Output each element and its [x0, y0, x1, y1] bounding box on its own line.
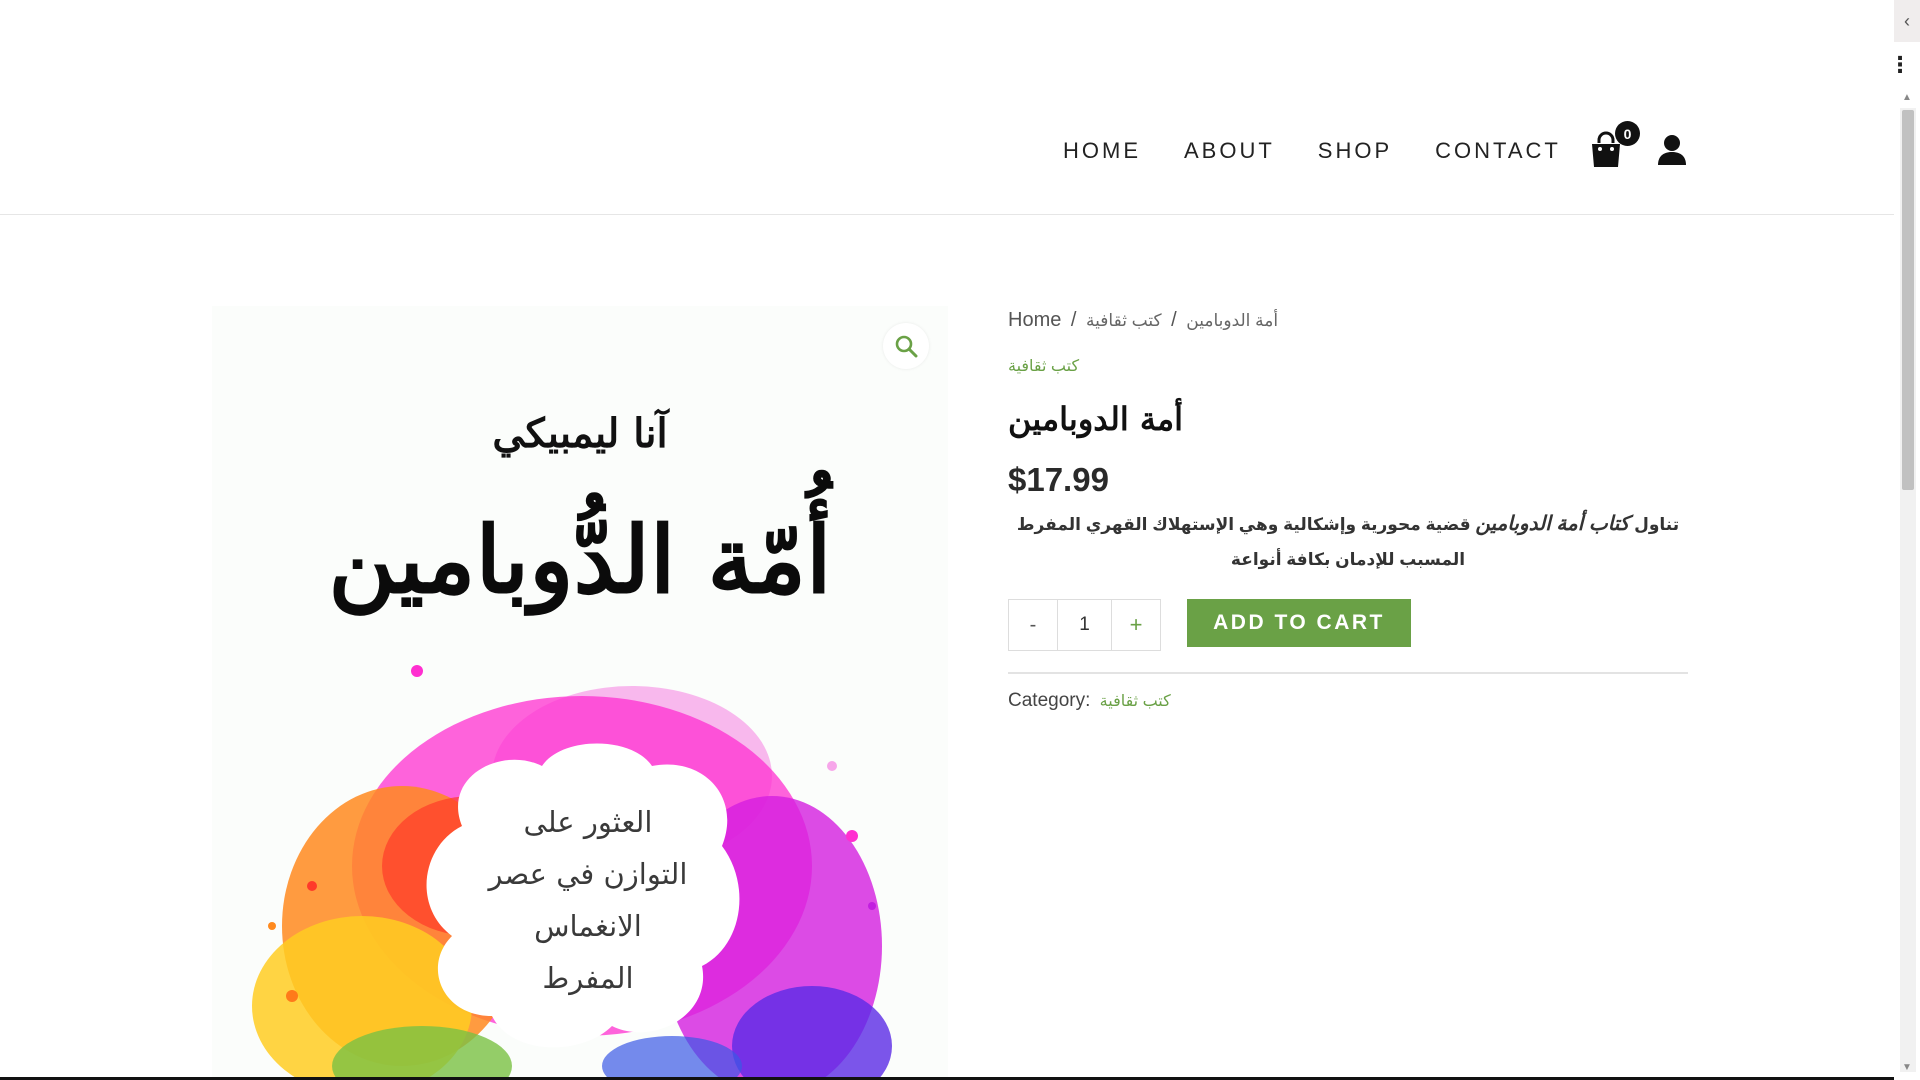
magnifier-icon[interactable]	[883, 323, 929, 369]
cover-subtitle-line: التوازن في عصر	[488, 857, 688, 891]
main-nav: HOME ABOUT SHOP CONTACT	[1063, 138, 1604, 164]
quantity-plus-button[interactable]: +	[1112, 600, 1160, 650]
nav-shop[interactable]: SHOP	[1318, 138, 1392, 164]
product-cover-image[interactable]: آنا ليمبيكي أُمّة الدُّوبامين العثور على…	[212, 306, 948, 1080]
description-text: قضية محورية وإشكالية وهي الإستهلاك القهر…	[1016, 515, 1476, 569]
user-icon[interactable]	[1657, 134, 1687, 166]
product-category-link[interactable]: كتب ثقافية	[1008, 356, 1079, 376]
cover-author: آنا ليمبيكي	[492, 410, 668, 457]
cover-subtitle: العثور على التوازن في عصر الانغماس المفر…	[468, 796, 708, 1004]
cover-subtitle-line: المفرط	[542, 961, 634, 995]
nav-about[interactable]: ABOUT	[1184, 138, 1275, 164]
description-emphasis: كتاب أمة الدوبامين	[1475, 513, 1630, 535]
product-title: أمة الدوبامين	[1008, 400, 1184, 438]
breadcrumb-product: أمة الدوبامين	[1186, 311, 1279, 330]
category-label: Category:	[1008, 690, 1091, 711]
breadcrumb-separator: /	[1171, 309, 1177, 331]
cart-count-badge: 0	[1615, 121, 1640, 146]
breadcrumb-separator: /	[1070, 309, 1077, 331]
cover-title: أُمّة الدُّوبامين	[328, 506, 832, 614]
quantity-stepper: - 1 +	[1008, 599, 1161, 651]
kebab-menu-icon[interactable]: ⋮	[1889, 52, 1911, 78]
description-text: تناول	[1629, 515, 1680, 534]
product-meta-category: Category: كتب ثقافية	[1008, 690, 1171, 712]
breadcrumb-category-link[interactable]: كتب ثقافية	[1086, 311, 1162, 330]
category-link[interactable]: كتب ثقافية	[1100, 693, 1171, 710]
nav-home[interactable]: HOME	[1063, 138, 1141, 164]
site-header: HOME ABOUT SHOP CONTACT 0	[0, 0, 1894, 215]
chevron-left-icon[interactable]: ‹	[1894, 0, 1920, 42]
cover-subtitle-line: الانغماس	[534, 909, 642, 943]
nav-contact[interactable]: CONTACT	[1435, 138, 1561, 164]
add-to-cart-button[interactable]: ADD TO CART	[1187, 599, 1411, 647]
breadcrumb-home-link[interactable]: Home	[1008, 309, 1061, 331]
page: HOME ABOUT SHOP CONTACT 0 ‹ ⋮ ▲ ▼ آنا لي…	[0, 0, 1920, 1080]
scroll-up-arrow-icon[interactable]: ▲	[1902, 92, 1912, 103]
cover-subtitle-line: العثور على	[523, 805, 653, 839]
product-price: $17.99	[1008, 461, 1109, 498]
quantity-minus-button[interactable]: -	[1009, 600, 1057, 650]
scrollbar-thumb[interactable]	[1902, 110, 1914, 490]
breadcrumb: Home / أمة الدوبامين / كتب ثقافية	[1008, 309, 1282, 332]
divider	[1008, 672, 1688, 674]
product-short-description: تناول كتاب أمة الدوبامين قضية محورية وإش…	[1008, 507, 1688, 577]
quantity-input[interactable]: 1	[1057, 600, 1112, 650]
scroll-down-arrow-icon[interactable]: ▼	[1902, 1062, 1912, 1073]
